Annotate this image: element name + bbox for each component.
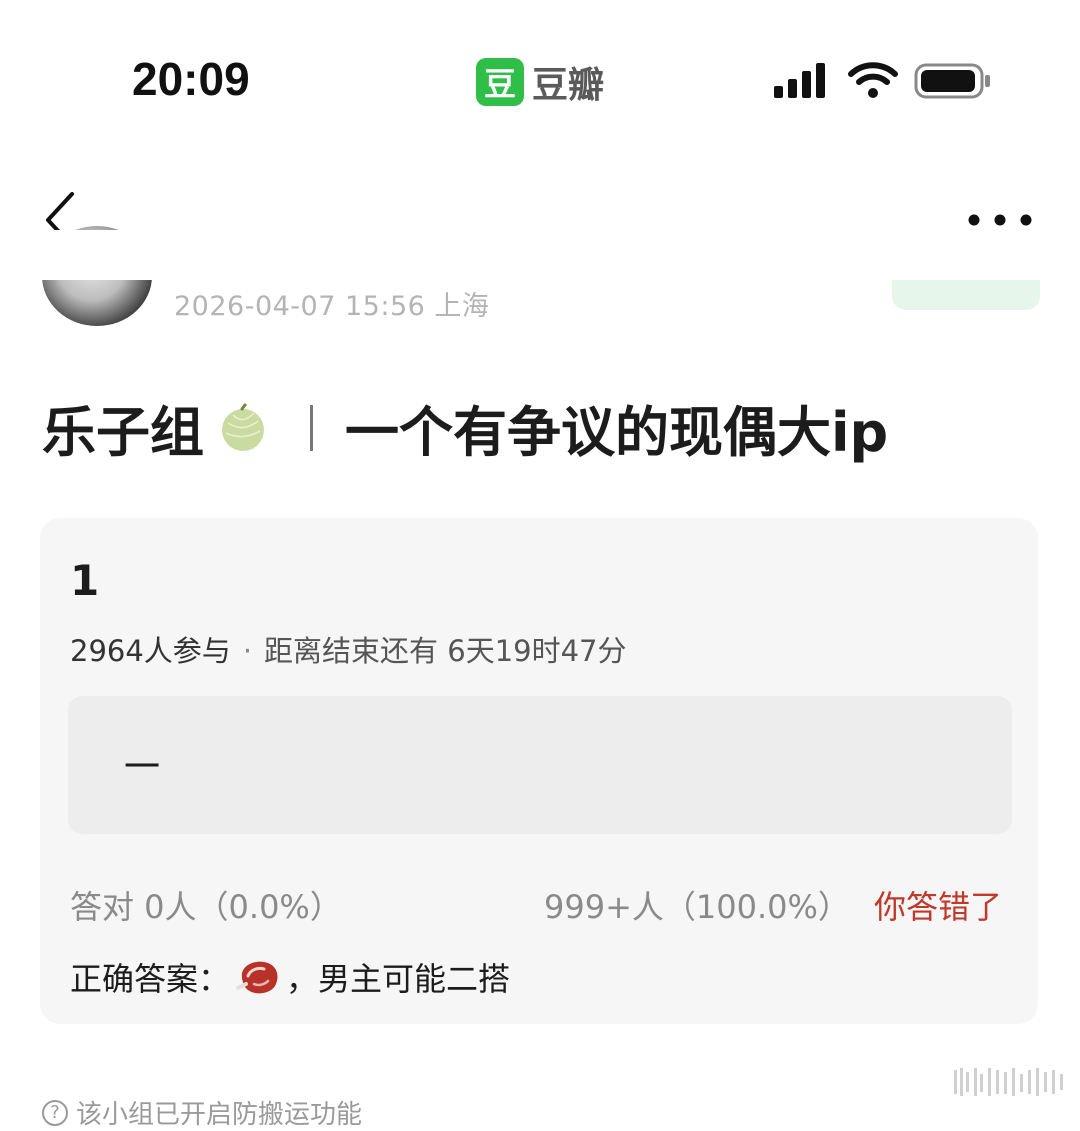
- meat-emoji-icon: [236, 961, 278, 994]
- participant-count: 2964人参与: [70, 634, 231, 668]
- wrong-answer-count: 999+人（100.0%）: [544, 888, 850, 926]
- correct-answer-row: 正确答案： ，男主可能二搭: [70, 954, 510, 1000]
- help-icon: ?: [42, 1099, 68, 1126]
- app-badge: 豆 豆瓣: [476, 56, 604, 108]
- melon-emoji-icon: [222, 403, 264, 451]
- nav-overlay: [0, 230, 1080, 280]
- group-name: 乐子组: [42, 401, 204, 464]
- wifi-icon: [848, 62, 898, 98]
- quiz-result: 你答错了: [874, 888, 1003, 926]
- anti-repost-text: 该小组已开启防搬运功能: [76, 1100, 363, 1130]
- app-name: 豆瓣: [532, 65, 605, 106]
- quiz-deadline: 距离结束还有 6天19时47分: [264, 634, 627, 668]
- stats-separator: ·: [242, 634, 253, 668]
- quiz-question-number: 1: [70, 556, 100, 605]
- status-time: 20:09: [132, 53, 250, 105]
- quiz-option[interactable]: [68, 696, 1012, 834]
- quiz-option-label: 一: [124, 747, 161, 788]
- correct-answer-count: 答对 0人（0.0%）: [70, 888, 342, 926]
- quiz-stats: 2964人参与 · 距离结束还有 6天19时47分: [70, 628, 627, 670]
- correct-answer-label: 正确答案：: [70, 960, 231, 998]
- post-title: 乐子组 一个有争议的现偶大ip: [42, 388, 888, 467]
- post-timestamp-location: 2026-04-07 15:56 上海: [174, 291, 490, 322]
- weibo-watermark-icon: [954, 1068, 1063, 1096]
- cellular-signal-icon: [774, 63, 825, 98]
- anti-repost-notice: ? 该小组已开启防搬运功能: [42, 1094, 362, 1131]
- correct-answer-text: ，男主可能二搭: [286, 960, 511, 998]
- battery-icon: [914, 63, 990, 99]
- post-title-text: 一个有争议的现偶大ip: [345, 401, 889, 464]
- title-divider: [310, 404, 313, 451]
- douban-logo-icon: 豆: [476, 58, 524, 106]
